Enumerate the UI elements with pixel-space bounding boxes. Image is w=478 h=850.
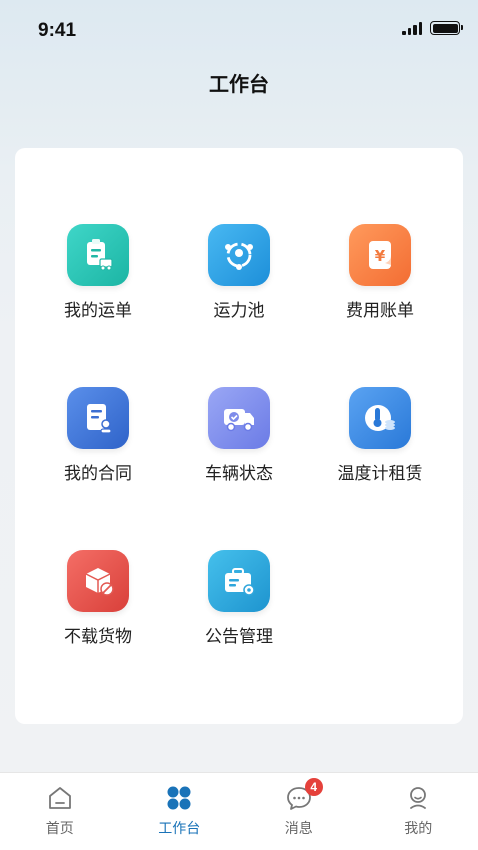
status-bar: 9:41	[0, 0, 478, 60]
home-icon	[46, 784, 74, 812]
tab-profile[interactable]: 我的	[359, 773, 478, 850]
tab-label: 工作台	[158, 821, 201, 837]
status-icons	[402, 21, 463, 35]
signal-icon	[402, 21, 422, 35]
capacity-network-icon	[208, 224, 270, 286]
tab-messages[interactable]: 4 消息	[239, 773, 359, 850]
profile-icon	[404, 784, 432, 812]
menu-item-label: 费用账单	[346, 301, 414, 321]
fee-bill-icon: ¥	[349, 224, 411, 286]
menu-item-capacity-pool[interactable]: 运力池	[164, 224, 314, 321]
prohibited-cargo-icon	[67, 550, 129, 612]
waybill-truck-icon	[67, 224, 129, 286]
menu-item-fee-bill[interactable]: ¥ 费用账单	[305, 224, 455, 321]
status-time: 9:41	[38, 20, 77, 41]
menu-item-label: 车辆状态	[205, 464, 273, 484]
tab-home[interactable]: 首页	[0, 773, 120, 850]
tab-label: 消息	[284, 821, 313, 837]
battery-icon	[430, 21, 463, 35]
menu-item-announcement[interactable]: 公告管理	[164, 550, 314, 647]
announcement-icon	[208, 550, 270, 612]
svg-text:¥: ¥	[375, 247, 386, 265]
menu-item-label: 温度计租赁	[337, 464, 423, 484]
workbench-icon	[165, 784, 193, 812]
menu-item-label: 运力池	[213, 301, 265, 321]
workbench-card: 我的运单 运力池 ¥ 费用账单 我的合同 车辆状态 温度计租赁 不载货物 公告管…	[15, 148, 463, 724]
menu-item-label: 公告管理	[205, 627, 273, 647]
menu-item-waybill[interactable]: 我的运单	[23, 224, 173, 321]
menu-item-label: 不载货物	[64, 627, 132, 647]
tab-label: 我的	[404, 821, 433, 837]
tab-label: 首页	[45, 821, 74, 837]
tab-bar: 首页 工作台 4 消息 我的	[0, 772, 478, 850]
menu-item-contract[interactable]: 我的合同	[23, 387, 173, 484]
message-badge: 4	[304, 778, 323, 796]
menu-item-vehicle-status[interactable]: 车辆状态	[164, 387, 314, 484]
thermometer-rental-icon	[349, 387, 411, 449]
vehicle-status-icon	[208, 387, 270, 449]
menu-item-prohibited-cargo[interactable]: 不载货物	[23, 550, 173, 647]
page-title: 工作台	[209, 72, 269, 96]
tab-workbench[interactable]: 工作台	[120, 773, 240, 850]
menu-item-thermometer-rental[interactable]: 温度计租赁	[305, 387, 455, 484]
menu-item-label: 我的合同	[64, 464, 132, 484]
menu-item-label: 我的运单	[64, 301, 132, 321]
contract-icon	[67, 387, 129, 449]
message-icon: 4	[285, 778, 323, 812]
